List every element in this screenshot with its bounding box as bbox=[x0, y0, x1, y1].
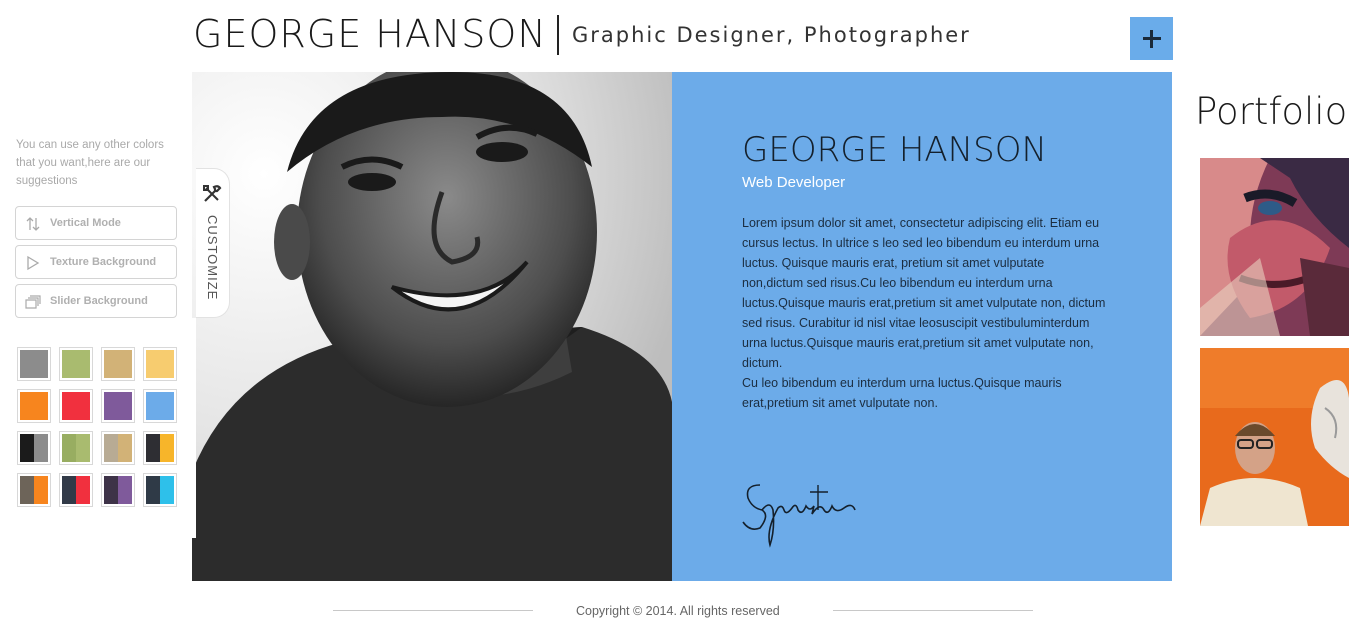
slider-background-button[interactable]: Slider Background bbox=[15, 284, 177, 318]
color-swatch[interactable] bbox=[17, 431, 51, 465]
color-swatch[interactable] bbox=[143, 347, 177, 381]
vertical-arrows-icon bbox=[25, 216, 41, 232]
footer-rule-left bbox=[333, 610, 533, 611]
color-swatch[interactable] bbox=[59, 473, 93, 507]
bio-paragraph: Cu leo bibendum eu interdum urna luctus.… bbox=[742, 376, 1062, 410]
color-swatch[interactable] bbox=[101, 389, 135, 423]
footer-rule-right bbox=[833, 610, 1033, 611]
color-swatch[interactable] bbox=[143, 473, 177, 507]
color-swatch[interactable] bbox=[101, 347, 135, 381]
stacked-windows-icon bbox=[25, 294, 41, 310]
profile-photo bbox=[192, 72, 672, 581]
tools-icon bbox=[201, 183, 223, 210]
site-name: GEORGE HANSON bbox=[193, 12, 547, 56]
copyright-text: Copyright © 2014. All rights reserved bbox=[576, 604, 780, 618]
vertical-mode-label: Vertical Mode bbox=[50, 217, 121, 229]
portfolio-title: Portfolio bbox=[1195, 90, 1348, 133]
profile-role: Web Developer bbox=[742, 174, 846, 191]
color-swatch[interactable] bbox=[143, 389, 177, 423]
portfolio-item-painting[interactable] bbox=[1200, 158, 1349, 336]
signature-image bbox=[740, 470, 870, 555]
portfolio-item-portrait[interactable] bbox=[1200, 348, 1349, 526]
vertical-mode-button[interactable]: Vertical Mode bbox=[15, 206, 177, 240]
profile-name: GEORGE HANSON bbox=[742, 130, 1047, 170]
color-swatch[interactable] bbox=[59, 347, 93, 381]
customize-label: CUSTOMIZE bbox=[205, 215, 220, 301]
site-tagline: Graphic Designer, Photographer bbox=[572, 23, 971, 47]
color-swatch[interactable] bbox=[17, 473, 51, 507]
color-swatch[interactable] bbox=[143, 431, 177, 465]
slider-background-label: Slider Background bbox=[50, 295, 148, 307]
texture-background-label: Texture Background bbox=[50, 256, 157, 268]
texture-background-button[interactable]: Texture Background bbox=[15, 245, 177, 279]
color-swatch[interactable] bbox=[17, 347, 51, 381]
customize-tab[interactable]: CUSTOMIZE bbox=[196, 168, 230, 318]
bio-paragraph: Lorem ipsum dolor sit amet, consectetur … bbox=[742, 216, 1106, 370]
profile-panel: GEORGE HANSON Web Developer Lorem ipsum … bbox=[672, 72, 1172, 581]
play-triangle-icon bbox=[25, 255, 41, 271]
color-swatch[interactable] bbox=[101, 473, 135, 507]
header-divider bbox=[557, 15, 559, 55]
menu-plus-button[interactable] bbox=[1130, 17, 1173, 60]
color-suggestion-text: You can use any other colors that you wa… bbox=[16, 139, 164, 187]
color-swatch[interactable] bbox=[59, 389, 93, 423]
profile-bio: Lorem ipsum dolor sit amet, consectetur … bbox=[742, 213, 1107, 413]
color-swatch[interactable] bbox=[59, 431, 93, 465]
color-swatch[interactable] bbox=[101, 431, 135, 465]
color-swatch[interactable] bbox=[17, 389, 51, 423]
